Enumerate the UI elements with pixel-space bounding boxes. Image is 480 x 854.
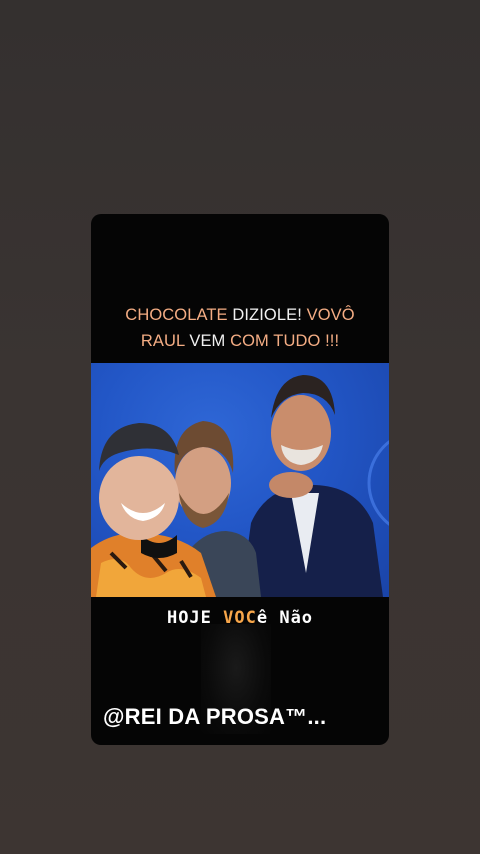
headline-word: COM TUDO !!! [230,332,340,350]
caption: HOJE VOCê Não [91,608,389,628]
headline-word: CHOCOLATE [125,306,228,324]
headline-line-2: RAUL VEM COM TUDO !!! [91,328,389,354]
caption-part-1: HOJE [166,608,224,628]
headline-line-1: CHOCOLATE DIZIOLE! VOVÔ [91,302,389,328]
story-card[interactable]: CHOCOLATE DIZIOLE! VOVÔ RAUL VEM COM TUD… [91,214,389,745]
video-frame[interactable] [91,363,389,597]
headline-word: VEM [184,332,231,350]
headline: CHOCOLATE DIZIOLE! VOVÔ RAUL VEM COM TUD… [91,302,389,354]
caption-part-3: ê Não [256,608,314,628]
headline-word: VOVÔ [306,306,355,324]
headline-word: DIZIOLE! [227,306,307,324]
headline-word: RAUL [140,332,185,350]
watermark: @REI DA PROSA™... [103,704,327,729]
caption-part-2: VOC [223,608,257,628]
video-frame-illustration [91,375,389,597]
